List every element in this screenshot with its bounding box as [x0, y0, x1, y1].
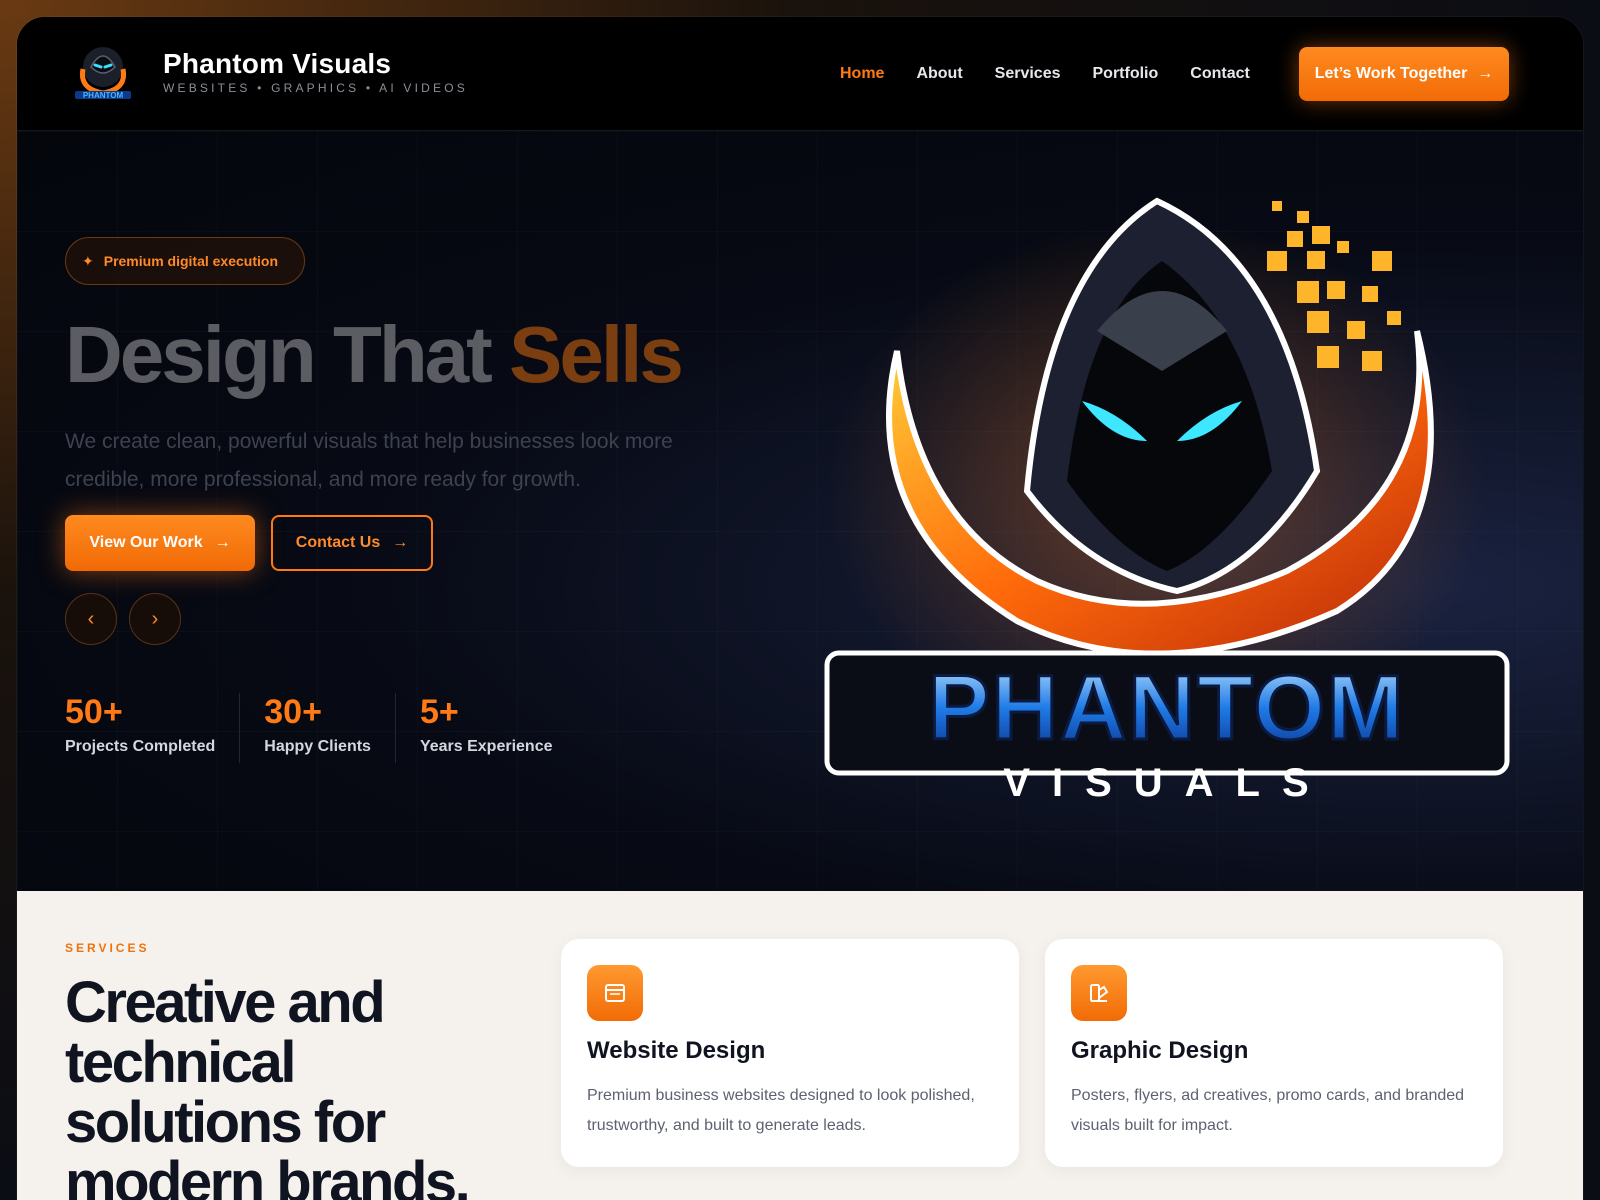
- view-work-label: View Our Work: [89, 534, 203, 551]
- hero-badge-label: Premium digital execution: [103, 253, 278, 269]
- service-card-title: Website Design: [587, 1037, 766, 1064]
- carousel-next-button[interactable]: ›: [129, 593, 181, 645]
- nav-item-contact[interactable]: Contact: [1190, 65, 1250, 83]
- hero-stats: 50+ Projects Completed 30+ Happy Clients…: [65, 693, 601, 763]
- hero-badge: ✦ Premium digital execution: [65, 237, 305, 285]
- service-card-description: Posters, flyers, ad creatives, promo car…: [1071, 1087, 1465, 1134]
- work-together-button[interactable]: Let’s Work Together →: [1299, 47, 1509, 101]
- stat-experience: 5+ Years Experience: [420, 693, 577, 763]
- services-section: SERVICES Creative and technical solution…: [17, 891, 1583, 1200]
- stat-label: Years Experience: [419, 738, 553, 755]
- hero-title-accent: Sells: [509, 310, 684, 399]
- hero-logo-wordmark: PHANTOM: [928, 657, 1405, 759]
- stat-label: Projects Completed: [65, 738, 216, 755]
- nav-item-home[interactable]: Home: [840, 65, 884, 83]
- stat-value: 30+: [264, 693, 322, 731]
- main-nav: Home About Services Portfolio Contact: [840, 65, 1282, 83]
- contact-us-button[interactable]: Contact Us →: [271, 515, 433, 571]
- brand-title[interactable]: Phantom Visuals: [163, 48, 391, 80]
- arrow-right-icon: →: [392, 534, 409, 551]
- chevron-right-icon: ›: [151, 607, 159, 630]
- service-card-graphic[interactable]: Graphic Design Posters, flyers, ad creat…: [1045, 939, 1503, 1167]
- brand-logo-icon[interactable]: PHANTOM: [69, 39, 137, 107]
- page-frame: PHANTOM Phantom Visuals WEBSITES • GRAPH…: [17, 17, 1583, 1200]
- site-header: PHANTOM Phantom Visuals WEBSITES • GRAPH…: [17, 17, 1583, 131]
- brand-tagline: WEBSITES • GRAPHICS • AI VIDEOS: [163, 81, 468, 95]
- work-together-label: Let’s Work Together: [1314, 65, 1468, 82]
- services-title: Creative and technical solutions for mod…: [65, 970, 471, 1200]
- hero-section: ✦ Premium digital execution Design That …: [17, 131, 1583, 891]
- browser-icon: [587, 965, 643, 1021]
- hero-title: Design That Sells: [65, 309, 684, 401]
- chevron-left-icon: ‹: [87, 607, 95, 630]
- svg-text:PHANTOM: PHANTOM: [83, 91, 124, 100]
- stat-clients: 30+ Happy Clients: [264, 693, 396, 763]
- hero-logo-illustration: PHANTOM VISUALS: [817, 191, 1517, 811]
- stat-label: Happy Clients: [264, 738, 371, 755]
- services-eyebrow: SERVICES: [65, 941, 150, 955]
- sparkle-icon: ✦: [82, 252, 94, 269]
- arrow-right-icon: →: [214, 534, 231, 551]
- palette-icon: [1071, 965, 1127, 1021]
- stat-value: 50+: [65, 693, 123, 731]
- hero-description: We create clean, powerful visuals that h…: [65, 430, 673, 491]
- nav-item-portfolio[interactable]: Portfolio: [1093, 65, 1159, 83]
- service-card-description: Premium business websites designed to lo…: [587, 1087, 975, 1134]
- hero-logo-subword: VISUALS: [1003, 761, 1330, 805]
- nav-item-about[interactable]: About: [916, 65, 962, 83]
- nav-item-services[interactable]: Services: [995, 65, 1061, 83]
- arrow-right-icon: →: [1477, 65, 1494, 82]
- carousel-prev-button[interactable]: ‹: [65, 593, 117, 645]
- view-work-button[interactable]: View Our Work →: [65, 515, 255, 571]
- contact-us-label: Contact Us: [295, 534, 381, 551]
- service-card-title: Graphic Design: [1071, 1037, 1249, 1064]
- hero-title-main: Design That: [65, 310, 493, 399]
- stat-value: 5+: [419, 693, 459, 731]
- service-card-website[interactable]: Website Design Premium business websites…: [561, 939, 1019, 1167]
- stat-projects: 50+ Projects Completed: [65, 693, 241, 763]
